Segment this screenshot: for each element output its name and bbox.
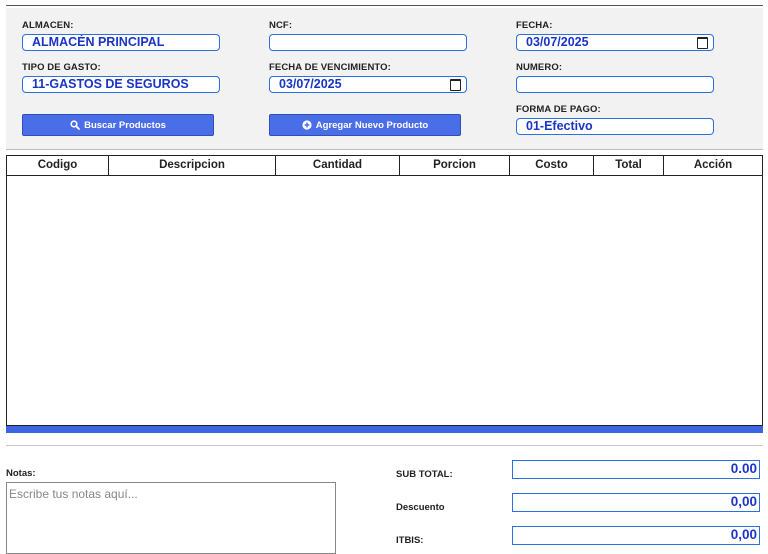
almacen-label: ALMACEN:	[22, 20, 74, 31]
plus-circle-icon	[302, 120, 312, 130]
almacen-select[interactable]: ALMACÉN PRINCIPAL	[22, 34, 220, 51]
buscar-productos-button[interactable]: Buscar Productos	[22, 114, 214, 136]
col-header-descripcion[interactable]: Descripcion	[109, 156, 276, 175]
subtotal-label: SUB TOTAL:	[396, 469, 453, 480]
tipo-gasto-select[interactable]: 11-GASTOS DE SEGUROS	[22, 76, 220, 93]
ncf-input[interactable]	[269, 34, 467, 51]
table-header-row: Codigo Descripcion Cantidad Porcion Cost…	[7, 156, 762, 176]
col-header-codigo[interactable]: Codigo	[7, 156, 109, 175]
forma-pago-label: FORMA DE PAGO:	[516, 104, 601, 115]
fecha-vencimiento-value: 03/07/2025	[279, 77, 342, 91]
calendar-icon[interactable]	[450, 79, 461, 91]
col-header-costo[interactable]: Costo	[510, 156, 594, 175]
panel-divider	[6, 149, 763, 150]
fecha-label: FECHA:	[516, 20, 553, 31]
col-header-total[interactable]: Total	[594, 156, 664, 175]
col-header-cantidad[interactable]: Cantidad	[276, 156, 400, 175]
notas-textarea[interactable]: Escribe tus notas aquí...	[6, 482, 336, 554]
buscar-productos-label: Buscar Productos	[84, 119, 166, 131]
section-divider	[6, 445, 763, 446]
numero-input[interactable]	[516, 76, 714, 93]
ncf-label: NCF:	[269, 20, 293, 31]
itbis-label: ITBIS:	[396, 535, 424, 546]
fecha-input[interactable]: 03/07/2025	[516, 34, 714, 51]
search-icon	[70, 120, 80, 130]
notas-label: Notas:	[6, 468, 36, 479]
fecha-value: 03/07/2025	[526, 35, 589, 49]
table-footer-bar	[6, 426, 763, 433]
fecha-vencimiento-label: FECHA DE VENCIMIENTO:	[269, 62, 391, 73]
top-divider	[6, 5, 763, 6]
fecha-vencimiento-input[interactable]: 03/07/2025	[269, 76, 467, 93]
descuento-field[interactable]: 0,00	[512, 493, 760, 512]
calendar-icon[interactable]	[697, 37, 708, 49]
tipo-gasto-label: TIPO DE GASTO:	[22, 62, 101, 73]
subtotal-field[interactable]: 0.00	[512, 460, 760, 479]
descuento-label: Descuento	[396, 502, 445, 513]
products-table: Codigo Descripcion Cantidad Porcion Cost…	[6, 155, 763, 426]
agregar-nuevo-producto-button[interactable]: Agregar Nuevo Producto	[269, 114, 461, 136]
itbis-field[interactable]: 0,00	[512, 526, 760, 545]
forma-pago-select[interactable]: 01-Efectivo	[516, 118, 714, 135]
numero-label: NUMERO:	[516, 62, 563, 73]
agregar-nuevo-producto-label: Agregar Nuevo Producto	[315, 119, 429, 131]
col-header-porcion[interactable]: Porcion	[400, 156, 510, 175]
header-form-panel: ALMACEN: ALMACÉN PRINCIPAL TIPO DE GASTO…	[6, 8, 763, 149]
col-header-accion[interactable]: Acción	[664, 156, 762, 175]
